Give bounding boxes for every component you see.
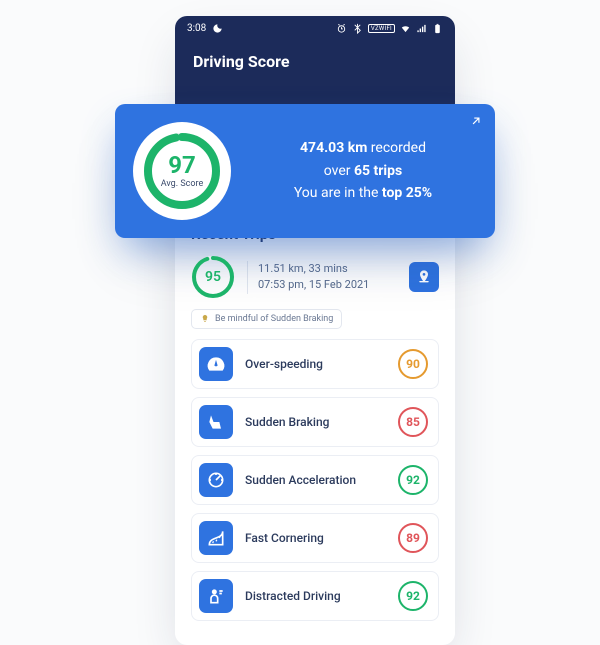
speed-icon [206,470,226,490]
expand-icon[interactable] [469,114,483,128]
road-curve-icon [206,528,226,548]
metric-score-badge: 90 [398,349,428,379]
wifi-icon [400,23,411,34]
status-bar: 3:08 VZWIFI [175,16,455,40]
moon-icon [212,23,223,34]
tip-text: Be mindful of Sudden Braking [215,314,333,324]
distracted-icon [206,586,226,606]
avg-score-label: Avg. Score [161,179,204,189]
metric-label: Sudden Braking [245,415,386,429]
signal-icon [416,23,427,34]
metric-label: Fast Cornering [245,531,386,545]
driving-tip: Be mindful of Sudden Braking [191,309,342,329]
phone-frame: 3:08 VZWIFI Driving Score 97 Avg. Score [175,16,455,645]
vzwifi-badge: VZWIFI [368,24,395,33]
alarm-icon [336,23,347,34]
metric-score-badge: 92 [398,465,428,495]
bluetooth-icon [352,23,363,34]
metric-score-badge: 89 [398,523,428,553]
summary-text: 474.03 km recorded over 65 trips You are… [253,137,473,204]
metric-overspeed[interactable]: Over-speeding 90 [191,339,439,389]
avg-score-ring: 97 Avg. Score [133,122,231,220]
metric-score-badge: 85 [398,407,428,437]
status-time: 3:08 [187,23,206,34]
metric-label: Sudden Acceleration [245,473,386,487]
metric-braking[interactable]: Sudden Braking 85 [191,397,439,447]
view-map-button[interactable] [409,262,439,292]
lightbulb-icon [200,314,210,324]
trip-summary: 95 11.51 km, 33 mins 07:53 pm, 15 Feb 20… [191,255,439,299]
trip-score-value: 95 [191,255,235,299]
battery-icon [432,23,443,34]
map-pin-icon [416,269,432,285]
metric-corner[interactable]: Fast Cornering 89 [191,513,439,563]
gauge-icon [206,354,226,374]
trip-score-ring: 95 [191,255,235,299]
trip-timestamp: 07:53 pm, 15 Feb 2021 [258,277,397,294]
metric-accel[interactable]: Sudden Acceleration 92 [191,455,439,505]
summary-card[interactable]: 97 Avg. Score 474.03 km recorded over 65… [115,104,495,238]
metric-label: Distracted Driving [245,589,386,603]
metric-distracted[interactable]: Distracted Driving 92 [191,571,439,621]
trip-distance-duration: 11.51 km, 33 mins [258,261,397,278]
seat-icon [206,412,226,432]
avg-score-value: 97 [168,153,196,177]
metric-label: Over-speeding [245,357,386,371]
